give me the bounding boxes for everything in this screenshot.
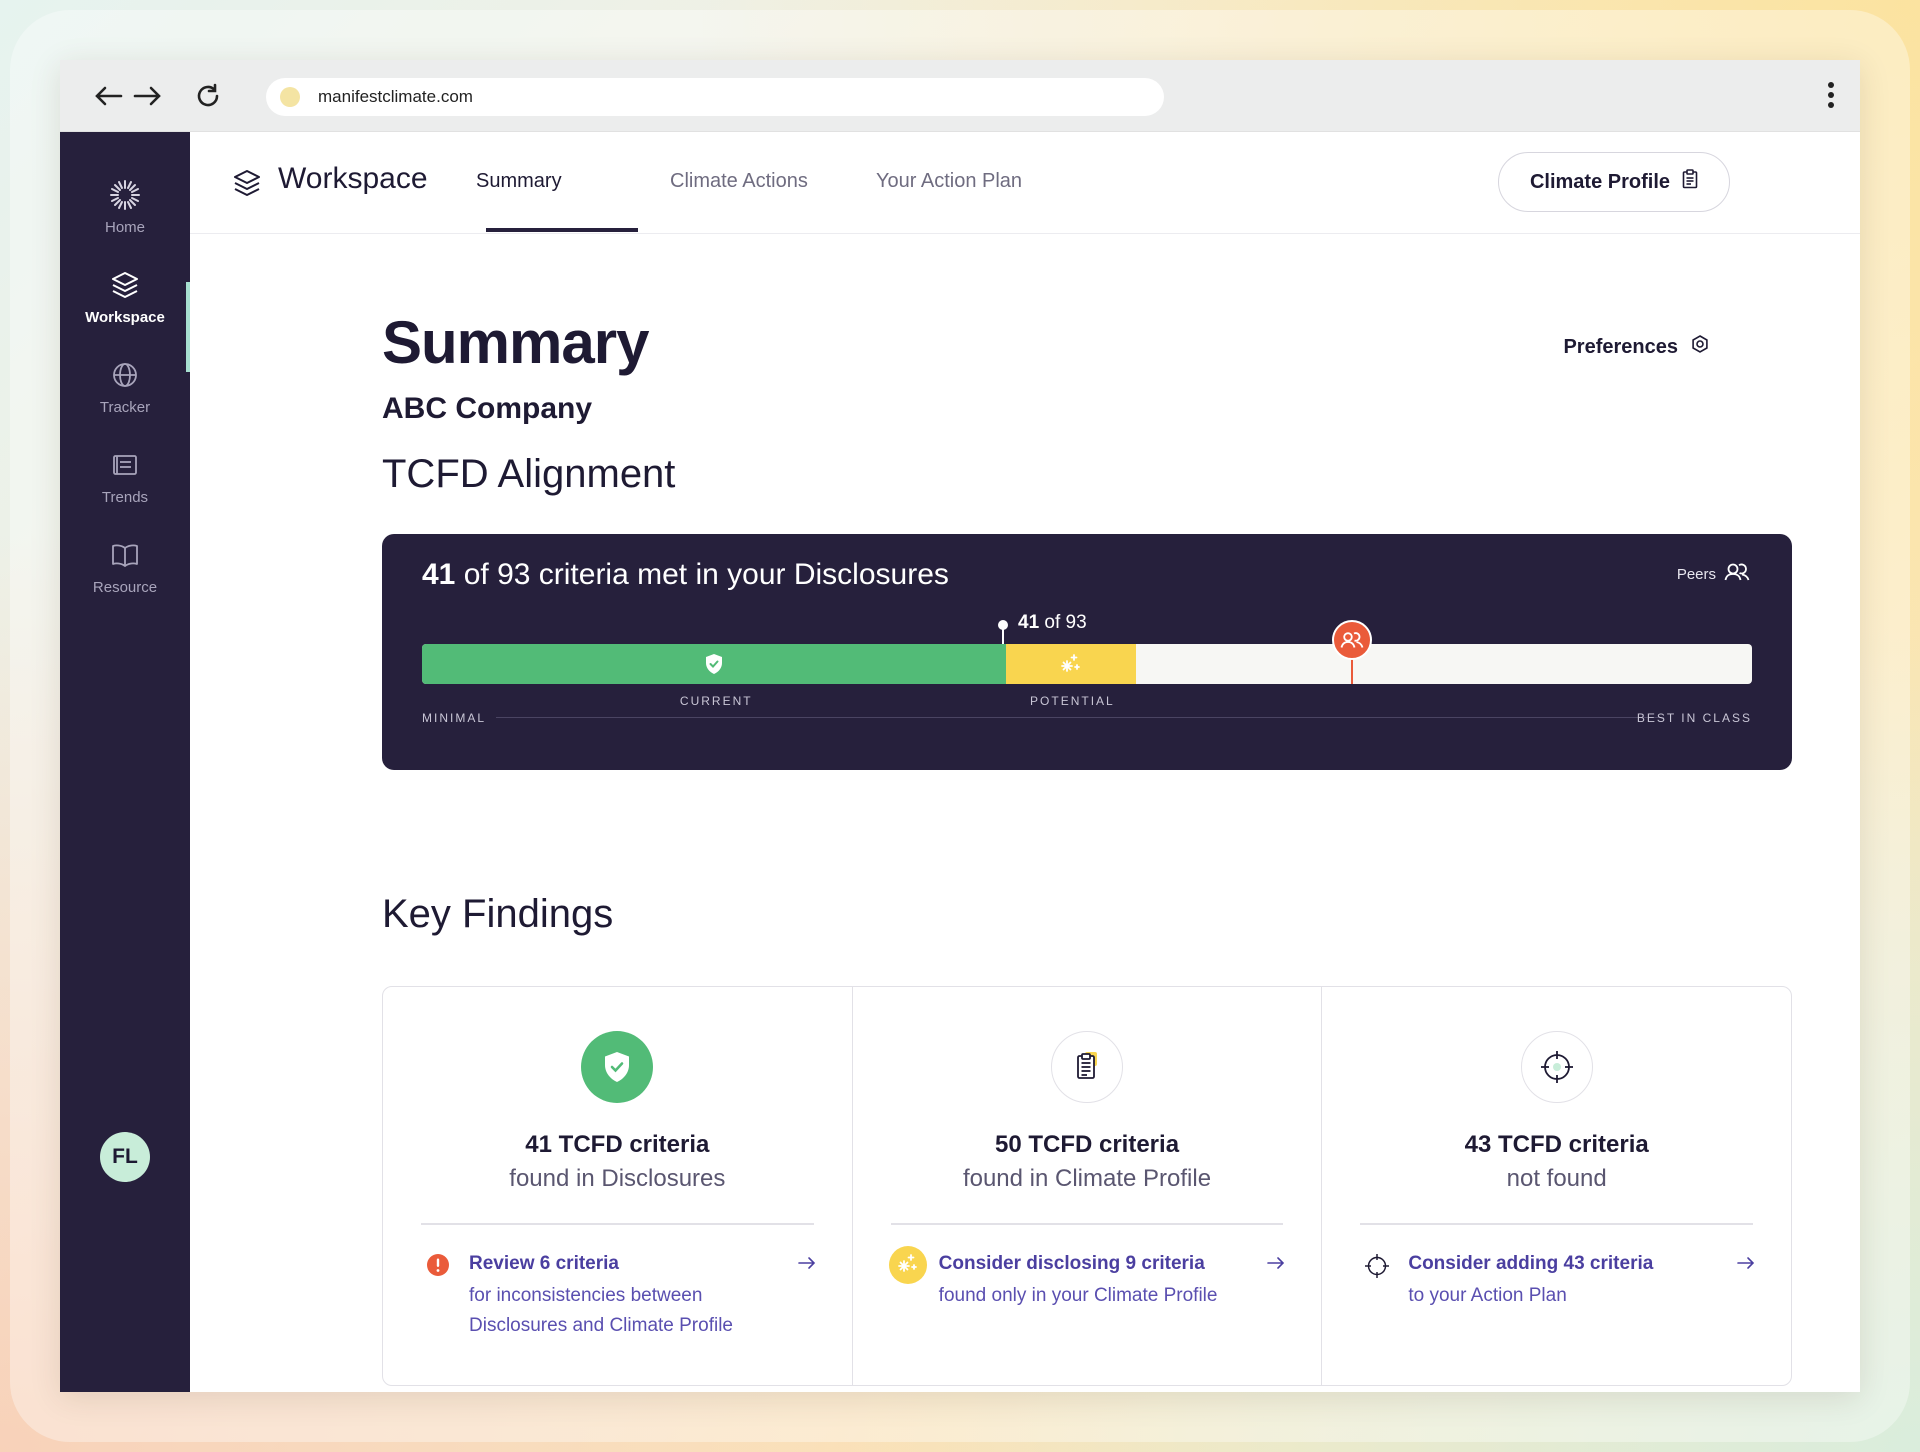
tab-climate-actions[interactable]: Climate Actions [670,170,808,193]
criteria-met-text: of 93 criteria met in your Disclosures [455,558,949,591]
sidebar-item-tracker[interactable]: Tracker [60,342,190,432]
browser-window: manifestclimate.com Home Workspace Track… [60,60,1860,1392]
burst-logo-icon [109,179,141,211]
gear-icon [1690,334,1710,360]
finding-description: found in Climate Profile [962,1165,1212,1192]
sidebar-item-trends[interactable]: Trends [60,432,190,522]
sidebar-item-label: Home [104,218,145,236]
current-marker-total: of 93 [1039,612,1087,633]
card-divider [890,1223,1284,1225]
climate-profile-button[interactable]: Climate Profile [1498,152,1730,212]
address-bar[interactable]: manifestclimate.com [266,78,1164,116]
scale-axis-line [496,717,1664,718]
peers-marker-icon[interactable] [1331,620,1372,660]
sidebar-item-label: Resource [92,578,158,596]
review-criteria-action[interactable]: Review 6 criteria for inconsistencies be… [423,1253,816,1341]
company-name: ABC Company [382,392,593,425]
finding-count: 41 TCFD criteria [525,1131,710,1158]
workspace-title: Workspace [278,162,428,195]
sidebar-item-label: Trends [101,488,149,506]
card-divider [421,1223,814,1225]
shield-check-icon [581,1031,654,1103]
finding-description: not found [1506,1165,1607,1192]
peers-label: Peers [1676,565,1716,583]
arrow-right-icon [792,1253,816,1341]
climate-profile-label: Climate Profile [1529,170,1671,193]
finding-description: found in Disclosures [509,1165,726,1192]
browser-toolbar: manifestclimate.com [60,60,1860,132]
layers-icon [109,269,141,301]
clipboard-icon [1682,169,1698,195]
consider-adding-action[interactable]: Consider adding 43 criteria to your Acti… [1362,1253,1755,1311]
crosshair-icon [1364,1253,1390,1311]
sidebar-item-label: Tracker [99,398,151,416]
action-description: for inconsistencies between Disclosures … [469,1285,733,1336]
globe-icon [109,359,141,391]
action-title: Review 6 criteria [469,1253,619,1274]
current-marker-label: 41 of 93 [1018,612,1087,634]
card-divider [1360,1223,1754,1225]
scale-min-label: MINIMAL [422,711,487,725]
key-findings-title: Key Findings [382,892,614,936]
sidebar-item-resource[interactable]: Resource [60,522,190,612]
main-content: Summary Preferences ABC Company TCFD Ali… [190,234,1860,1392]
preferences-button[interactable]: Preferences [1563,334,1710,360]
reload-icon[interactable] [190,78,226,114]
news-icon [109,449,141,481]
action-title: Consider disclosing 9 criteria [938,1253,1205,1274]
tcfd-alignment-panel: 41 of 93 criteria met in your Disclosure… [382,534,1792,770]
sidebar-item-workspace[interactable]: Workspace [60,252,190,342]
section-title-tcfd: TCFD Alignment [382,452,676,496]
criteria-met-headline: 41 of 93 criteria met in your Disclosure… [422,558,949,592]
finding-card-not-found: 43 TCFD criteria not found Consider addi… [1322,987,1791,1385]
browser-menu-icon[interactable] [1826,82,1836,112]
sidebar: Home Workspace Tracker Trends Resource F… [60,132,190,1392]
action-description: found only in your Climate Profile [938,1285,1218,1306]
user-avatar[interactable]: FL [100,1132,150,1182]
sparkle-icon [1059,652,1083,676]
url-text: manifestclimate.com [318,87,473,106]
crosshair-icon [1520,1031,1593,1103]
criteria-met-count: 41 [422,558,456,591]
finding-card-disclosures: 41 TCFD criteria found in Disclosures Re… [383,987,853,1385]
active-tab-indicator [486,228,638,232]
action-description: to your Action Plan [1408,1285,1567,1306]
preferences-label: Preferences [1563,335,1678,358]
clipboard-icon [1051,1031,1123,1103]
tab-your-action-plan[interactable]: Your Action Plan [876,170,1022,193]
peers-marker-line [1350,658,1353,684]
app-header: Workspace Summary Climate Actions Your A… [190,132,1860,234]
key-findings-grid: 41 TCFD criteria found in Disclosures Re… [382,986,1792,1386]
finding-count: 50 TCFD criteria [994,1131,1180,1158]
forward-arrow-icon[interactable] [130,78,166,114]
current-marker-value: 41 [1018,612,1040,633]
action-title: Consider adding 43 criteria [1408,1253,1654,1274]
shield-check-icon [702,652,726,676]
tab-summary[interactable]: Summary [476,170,562,193]
potential-caption: POTENTIAL [1030,694,1115,708]
peers-icon [1724,562,1750,586]
current-caption: CURRENT [679,694,753,708]
sparkle-icon [888,1246,928,1311]
layers-icon [232,168,262,198]
site-info-icon[interactable] [280,87,300,107]
finding-card-climate-profile: 50 TCFD criteria found in Climate Profil… [853,987,1323,1385]
alert-icon [426,1253,450,1341]
consider-disclosing-action[interactable]: Consider disclosing 9 criteria found onl… [888,1246,1286,1311]
scale-max-label: BEST IN CLASS [1636,711,1752,725]
arrow-right-icon [1261,1253,1285,1311]
back-arrow-icon[interactable] [90,78,126,114]
page-title: Summary [382,309,649,376]
sidebar-item-home[interactable]: Home [60,162,190,252]
peers-toggle[interactable]: Peers [1677,562,1750,586]
finding-count: 43 TCFD criteria [1464,1131,1649,1158]
sidebar-item-label: Workspace [85,308,165,326]
arrow-right-icon [1731,1253,1755,1311]
book-icon [109,539,141,571]
alignment-progress-track [422,644,1752,684]
